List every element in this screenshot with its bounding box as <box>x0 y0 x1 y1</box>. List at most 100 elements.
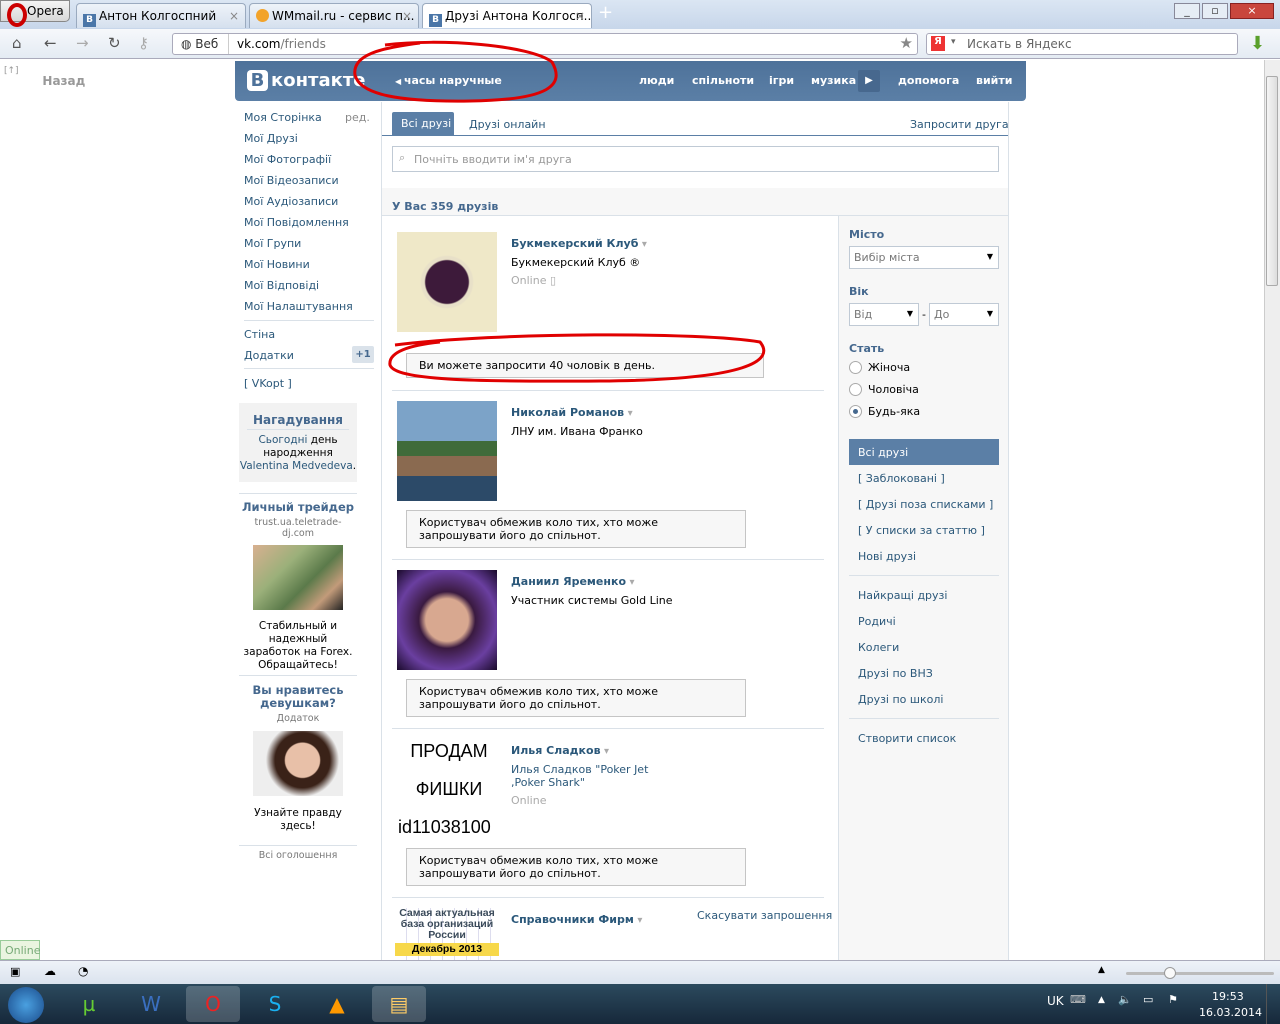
all-ads-link[interactable]: Всі оголошення <box>239 850 357 861</box>
friend-name-link[interactable]: Букмекерский Клуб <box>511 237 647 250</box>
nav-communities[interactable]: спільноти <box>692 74 754 87</box>
clock-date[interactable]: 16.03.2014 <box>1199 1006 1262 1019</box>
window-controls[interactable]: _ ▫ × <box>1150 2 1276 20</box>
city-select[interactable]: Вибір міста <box>849 246 999 269</box>
nav-games[interactable]: ігри <box>769 74 794 87</box>
nav-logout[interactable]: вийти <box>976 74 1012 87</box>
close-icon[interactable]: × <box>402 9 412 23</box>
panel-toggle-icon[interactable]: ▣ <box>10 965 20 978</box>
menu-apps[interactable]: Додатки <box>244 349 294 362</box>
menu-news[interactable]: Мої Новини <box>244 258 310 271</box>
skype-icon[interactable]: S <box>248 986 302 1022</box>
menu-wall[interactable]: Стіна <box>244 328 275 341</box>
vk-logo[interactable]: Bконтакте <box>247 70 365 91</box>
utorrent-icon[interactable]: µ <box>62 986 116 1022</box>
list-school[interactable]: Друзі по школі <box>858 693 943 706</box>
menu-groups[interactable]: Мої Групи <box>244 237 301 250</box>
friend-subtitle[interactable]: Илья Сладков "Poker Jet ,Poker Shark" <box>511 763 681 789</box>
radio-female[interactable] <box>849 361 862 374</box>
start-button[interactable] <box>8 987 44 1023</box>
download-icon[interactable]: ⬇ <box>1250 33 1265 54</box>
opera-menu-button[interactable]: Opera <box>0 0 70 27</box>
friend-photo[interactable] <box>397 401 497 501</box>
tab-friends-online[interactable]: Друзі онлайн <box>469 118 546 131</box>
home-icon[interactable]: ⌂ <box>12 34 22 52</box>
menu-audio[interactable]: Мої Аудіозаписи <box>244 195 338 208</box>
list-colleagues[interactable]: Колеги <box>858 641 899 654</box>
word-icon[interactable]: W <box>124 986 178 1022</box>
back-arrow-icon[interactable]: ← <box>44 34 57 52</box>
create-list-link[interactable]: Створити список <box>858 732 956 745</box>
zoom-slider-thumb[interactable] <box>1163 967 1176 979</box>
menu-videos[interactable]: Мої Відеозаписи <box>244 174 339 187</box>
reminder-name-link[interactable]: Valentina Medvedeva <box>240 460 353 472</box>
friend-name-link[interactable]: Николай Романов <box>511 406 633 419</box>
show-desktop-button[interactable] <box>1266 984 1280 1024</box>
action-center-flag-icon[interactable]: ⚑ <box>1168 993 1178 1006</box>
list-university[interactable]: Друзі по ВНЗ <box>858 667 933 680</box>
ad-1[interactable]: Личный трейдер trust.ua.teletrade-dj.com… <box>239 500 357 672</box>
radio-any[interactable] <box>849 405 862 418</box>
forward-arrow-icon[interactable]: → <box>76 34 89 52</box>
close-icon[interactable]: × <box>229 9 239 23</box>
tab-all-friends[interactable]: Всі друзі <box>392 112 454 135</box>
close-window-icon[interactable]: × <box>1230 3 1274 19</box>
menu-settings[interactable]: Мої Налаштування <box>244 300 353 313</box>
aimp-icon[interactable]: ▲ <box>310 986 364 1022</box>
nav-more-button[interactable]: ▶ <box>858 70 880 92</box>
language-indicator[interactable]: UK <box>1047 994 1064 1008</box>
age-to-select[interactable]: До <box>929 303 999 326</box>
bookmark-star-icon[interactable]: ★ <box>900 34 913 52</box>
tab-1[interactable]: B Антон Колгоспний × <box>76 3 246 28</box>
menu-answers[interactable]: Мої Відповіді <box>244 279 319 292</box>
reload-icon[interactable]: ↻ <box>108 34 121 52</box>
nav-music[interactable]: музика <box>811 74 856 87</box>
friend-name-link[interactable]: Даниил Яременко <box>511 575 635 588</box>
menu-photos[interactable]: Мої Фотографії <box>244 153 331 166</box>
zoom-slider[interactable] <box>1126 967 1274 979</box>
friend-photo[interactable] <box>397 232 497 332</box>
tab-2[interactable]: WMmail.ru - сервис п... × <box>249 3 419 28</box>
web-badge[interactable]: ◍ Веб <box>173 34 229 54</box>
zoom-menu-icon[interactable]: ▲ <box>1098 965 1105 975</box>
new-tab-button[interactable]: + <box>598 2 613 23</box>
friend-name-link[interactable]: Справочники Фирм <box>511 913 642 926</box>
list-relatives[interactable]: Родичі <box>858 615 896 628</box>
yandex-search-input[interactable]: Я ▾ Искать в Яндекс <box>926 33 1238 55</box>
friend-photo[interactable] <box>397 570 497 670</box>
menu-my-page[interactable]: Моя Сторінка <box>244 111 322 124</box>
chevron-down-icon[interactable]: ▾ <box>951 37 956 47</box>
list-new-friends[interactable]: Нові друзі <box>858 550 916 563</box>
reminder-today-link[interactable]: Сьогодні <box>258 434 307 446</box>
speed-dial-icon[interactable]: ◔ <box>78 964 88 978</box>
cloud-icon[interactable]: ☁ <box>44 964 56 978</box>
menu-friends[interactable]: Мої Друзі <box>244 132 298 145</box>
back-link[interactable]: [↑] Назад <box>4 66 85 88</box>
ad-2[interactable]: Вы нравитесь девушкам? Додаток Узнайте п… <box>239 684 357 833</box>
menu-vkopt[interactable]: [ VKopt ] <box>244 377 292 390</box>
friend-photo[interactable]: Самая актуальная база организаций России… <box>395 908 499 960</box>
key-icon[interactable]: ⚷ <box>138 34 149 52</box>
tab-3[interactable]: B Друзі Антона Колгосп... × <box>422 3 592 28</box>
address-bar[interactable]: ◍ Веб vk.com/friends ★ <box>172 33 918 55</box>
explorer-icon[interactable]: ▤ <box>372 986 426 1022</box>
list-by-gender[interactable]: [ У списки за статтю ] <box>858 524 985 537</box>
cancel-invite-link[interactable]: Скасувати запрошення <box>697 909 832 922</box>
age-from-select[interactable]: Від <box>849 303 919 326</box>
tray-expand-icon[interactable]: ▲ <box>1098 995 1105 1005</box>
scrollbar-thumb[interactable] <box>1266 76 1278 286</box>
friend-photo[interactable]: ПРОДАМ ФИШКИ id11038100 <box>394 739 504 844</box>
close-icon[interactable]: × <box>575 9 585 23</box>
list-best-friends[interactable]: Найкращі друзі <box>858 589 947 602</box>
friend-name-link[interactable]: Илья Сладков <box>511 744 609 757</box>
product-search-link[interactable]: ◀ часы наручные <box>395 74 502 87</box>
network-icon[interactable]: ▭ <box>1143 993 1153 1006</box>
nav-people[interactable]: люди <box>639 74 674 87</box>
clock-time[interactable]: 19:53 <box>1212 990 1244 1003</box>
keyboard-icon[interactable]: ⌨ <box>1070 993 1086 1006</box>
list-blocked[interactable]: [ Заблоковані ] <box>858 472 945 485</box>
menu-edit-link[interactable]: ред. <box>345 111 370 124</box>
opera-taskbar-icon[interactable]: O <box>186 986 240 1022</box>
volume-icon[interactable]: 🔈 <box>1118 993 1132 1006</box>
list-all-friends[interactable]: Всі друзі <box>849 439 999 465</box>
